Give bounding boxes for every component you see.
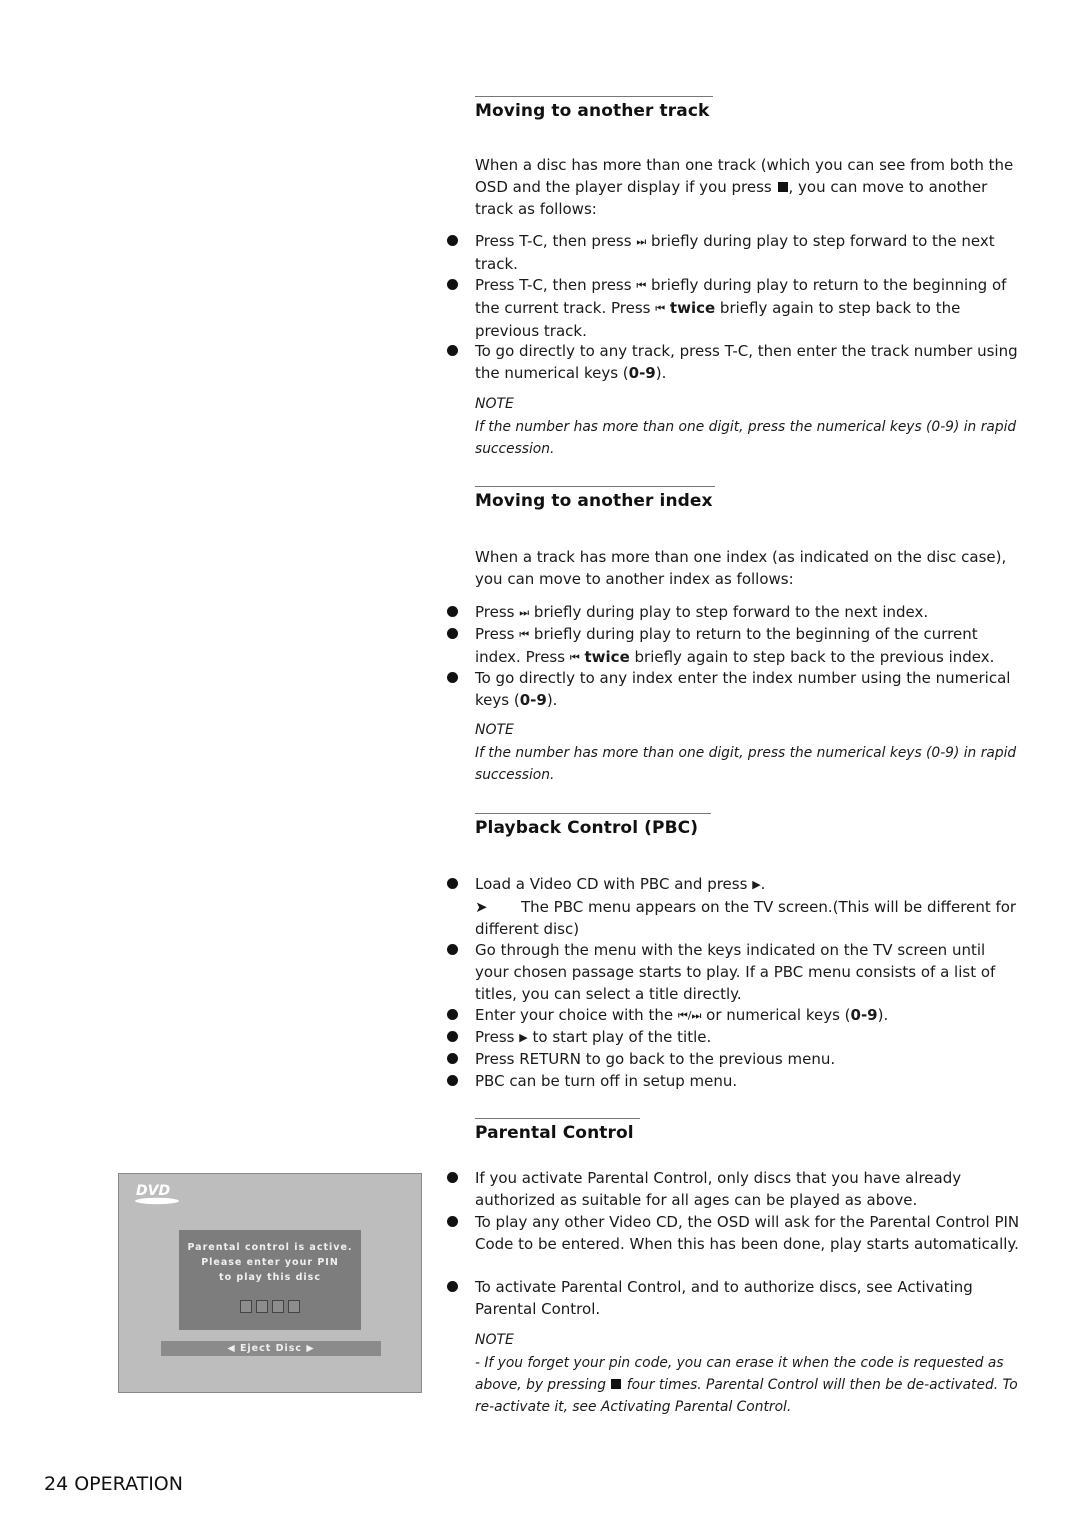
pin-slot	[272, 1300, 285, 1313]
list-item: Enter your choice with the ⏮/⏭ or numeri…	[447, 1004, 1022, 1027]
bullet-icon	[447, 628, 458, 639]
note-text: If the number has more than one digit, p…	[475, 419, 1017, 457]
next-icon: ⏭	[636, 235, 647, 248]
bullet-icon	[447, 1281, 458, 1292]
list-item: To activate Parental Control, and to aut…	[447, 1276, 1022, 1320]
list-item: Press T-C, then press ⏭ briefly during p…	[447, 230, 1022, 275]
pin-entry	[179, 1298, 361, 1317]
list-item: Press T-C, then press ⏮ briefly during p…	[447, 274, 1022, 342]
dvd-logo-text: DVD	[136, 1183, 170, 1199]
result-line: ➤ The PBC menu appears on the TV screen.(…	[475, 898, 1017, 938]
osd-message-line: Parental control is active.	[187, 1242, 353, 1253]
osd-screen-illustration: DVD Parental control is active. Please e…	[118, 1173, 422, 1393]
list-item: If you activate Parental Control, only d…	[447, 1167, 1022, 1211]
bullet-icon	[447, 1031, 458, 1042]
osd-message-line: Please enter your PIN	[201, 1257, 339, 1268]
bullet-icon	[447, 878, 458, 889]
bullet-icon	[447, 235, 458, 246]
prev-next-icon: ⏮/⏭	[677, 1009, 702, 1022]
section-divider	[475, 486, 715, 487]
eject-disc-option: ◀ Eject Disc ▶	[161, 1341, 381, 1356]
list-item: Press ▶ to start play of the title.	[447, 1026, 1022, 1049]
osd-message-line: to play this disc	[219, 1272, 321, 1283]
section-heading-pbc: Playback Control (PBC)	[475, 818, 699, 838]
dvd-logo-disc	[135, 1197, 179, 1205]
previous-icon: ⏮	[519, 628, 530, 641]
section-heading-index: Moving to another index	[475, 491, 713, 511]
pin-slot	[239, 1300, 252, 1313]
list-item: Go through the menu with the keys indica…	[447, 939, 1022, 1005]
section-divider	[475, 96, 713, 97]
pin-dialog: Parental control is active. Please enter…	[179, 1230, 361, 1330]
bullet-icon	[447, 944, 458, 955]
list-item: Press ⏮ briefly during play to return to…	[447, 623, 1022, 669]
track-intro: When a disc has more than one track (whi…	[475, 156, 1014, 218]
bullet-icon	[447, 1053, 458, 1064]
section-heading-track: Moving to another track	[475, 101, 710, 121]
list-item: Load a Video CD with PBC and press ▶. ➤ T…	[447, 873, 1022, 940]
list-item: To play any other Video CD, the OSD will…	[447, 1211, 1022, 1255]
list-item: To go directly to any track, press T-C, …	[447, 340, 1022, 384]
stop-icon	[777, 182, 788, 192]
bullet-icon	[447, 606, 458, 617]
note-label: NOTE	[475, 722, 514, 738]
stop-icon	[611, 1379, 622, 1389]
bullet-icon	[447, 1172, 458, 1183]
note-label: NOTE	[475, 1332, 514, 1348]
note-label: NOTE	[475, 396, 514, 412]
section-divider	[475, 813, 711, 814]
bullet-icon	[447, 672, 458, 683]
pin-slot	[255, 1300, 268, 1313]
previous-icon: ⏮	[569, 651, 580, 664]
previous-icon: ⏮	[655, 302, 666, 315]
list-item: PBC can be turn off in setup menu.	[447, 1070, 1022, 1092]
bullet-icon	[447, 1216, 458, 1227]
list-item: To go directly to any index enter the in…	[447, 667, 1022, 711]
note-text: - If you forget your pin code, you can e…	[475, 1355, 1018, 1415]
pin-slot	[288, 1300, 301, 1313]
page-footer: 24 OPERATION	[44, 1473, 183, 1495]
bullet-icon	[447, 1009, 458, 1020]
result-arrow-icon: ➤	[475, 898, 488, 916]
next-icon: ⏭	[519, 606, 530, 619]
note-text: If the number has more than one digit, p…	[475, 745, 1017, 783]
list-item: Press RETURN to go back to the previous …	[447, 1048, 1022, 1070]
play-icon: ▶	[519, 1031, 528, 1044]
index-intro: When a track has more than one index (as…	[475, 548, 1007, 588]
bullet-icon	[447, 279, 458, 290]
play-icon: ▶	[752, 878, 761, 891]
bullet-icon	[447, 1075, 458, 1086]
section-divider	[475, 1118, 640, 1119]
bullet-icon	[447, 345, 458, 356]
section-heading-parental: Parental Control	[475, 1123, 634, 1143]
previous-icon: ⏮	[636, 279, 647, 292]
list-item: Press ⏭ briefly during play to step forw…	[447, 601, 1022, 624]
dvd-logo-icon: DVD	[135, 1183, 179, 1205]
